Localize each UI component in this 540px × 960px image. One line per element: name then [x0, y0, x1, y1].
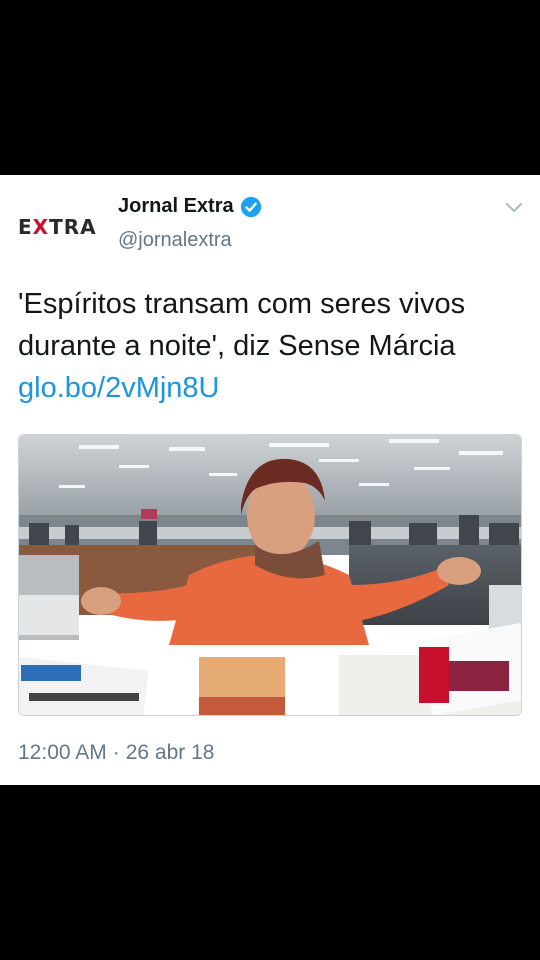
tweet-link[interactable]: glo.bo/2vMjn8U [18, 372, 220, 404]
tweet-time: 12:00 AM [18, 741, 107, 764]
separator-dot: · [112, 741, 120, 764]
timestamp-row[interactable]: 12:00 AM · 26 abr 18 [18, 741, 214, 765]
tweet-media-photo[interactable] [18, 434, 522, 716]
user-handle[interactable]: @jornalextra [118, 229, 232, 252]
display-name[interactable]: Jornal Extra [118, 195, 234, 218]
extra-logo: EXTRA [18, 215, 97, 239]
bottom-black-bar [0, 785, 540, 960]
tweet-body: 'Espíritos transam com seres vivos duran… [18, 288, 466, 362]
author-row: Jornal Extra [118, 195, 262, 218]
tweet-date: 26 abr 18 [125, 741, 215, 764]
newsroom-photo [19, 435, 521, 715]
chevron-down-icon[interactable] [502, 195, 526, 219]
avatar[interactable]: EXTRA [18, 207, 100, 247]
tweet-text: 'Espíritos transam com seres vivos duran… [18, 283, 523, 409]
tweet-card[interactable]: EXTRA Jornal Extra @jornalextra 'Espírit… [0, 175, 540, 785]
top-black-bar [0, 0, 540, 175]
verified-badge-icon [240, 196, 261, 217]
